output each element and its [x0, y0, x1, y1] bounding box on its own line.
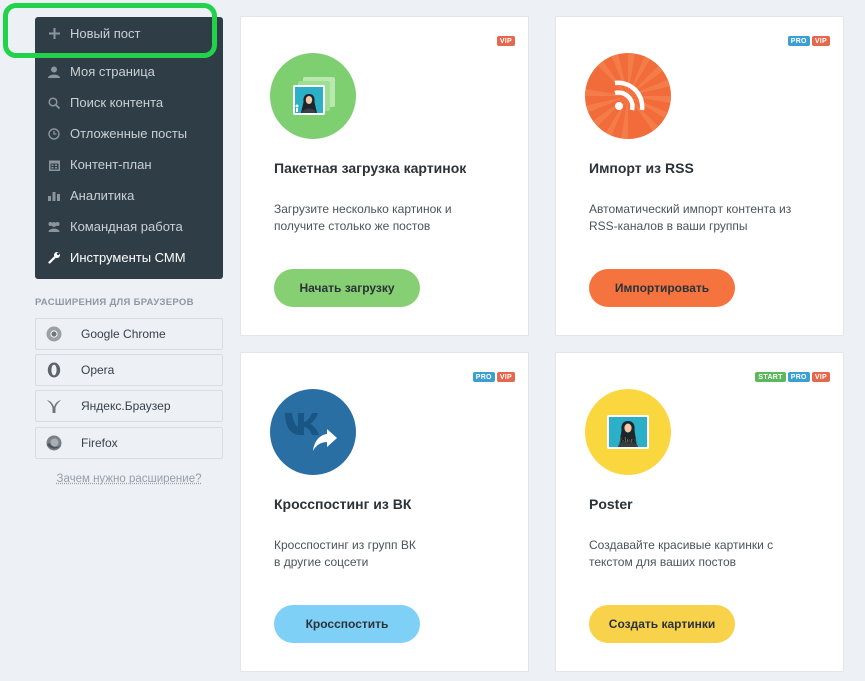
yandex-browser-icon	[46, 398, 62, 414]
chrome-icon	[46, 326, 62, 342]
card-description: Загрузите несколько картинок и получите …	[274, 201, 514, 235]
sidebar-item-smm-tools[interactable]: Инструменты СММ	[35, 242, 223, 273]
why-extension-link[interactable]: Зачем нужно расширение?	[35, 473, 223, 485]
crosspost-button[interactable]: Кросспостить	[274, 605, 420, 643]
card-description-line: RSS-каналов в ваши группы	[589, 219, 748, 233]
sidebar-item-new-post[interactable]: Новый пост	[35, 18, 223, 49]
opera-icon	[46, 362, 62, 378]
card-description-line: Загрузите несколько картинок и	[274, 202, 452, 216]
sidebar-item-analytics[interactable]: Аналитика	[35, 180, 223, 211]
sidebar-item-label: Моя страница	[70, 64, 155, 79]
plus-icon	[47, 27, 61, 41]
vip-badge: VIP	[811, 372, 830, 382]
create-images-button[interactable]: Создать картинки	[589, 605, 735, 643]
card-batch-upload: VIP Пакетная загрузка картинок Загрузите…	[240, 16, 529, 336]
bar-chart-icon	[47, 189, 61, 203]
pro-badge: PRO	[472, 372, 495, 382]
card-description-line: Автоматический импорт контента из	[589, 202, 792, 216]
vip-badge: VIP	[496, 36, 515, 46]
card-description: Автоматический импорт контента из RSS-ка…	[589, 201, 829, 235]
extension-yandex-browser[interactable]: Яндекс.Браузер	[35, 390, 223, 422]
start-badge: START	[755, 372, 786, 382]
firefox-icon	[46, 435, 62, 451]
vk-share-icon	[270, 389, 356, 475]
sidebar-item-label: Контент-план	[70, 157, 152, 172]
sidebar-item-label: Отложенные посты	[70, 126, 188, 141]
card-title: Пакетная загрузка картинок	[274, 160, 467, 176]
clock-icon	[47, 127, 61, 141]
plan-badges: PRO VIP	[787, 36, 830, 46]
sidebar-item-label: Поиск контента	[70, 95, 164, 110]
search-icon	[47, 96, 61, 110]
import-button[interactable]: Импортировать	[589, 269, 735, 307]
extension-label: Firefox	[81, 436, 118, 450]
card-vk-crossposting: PRO VIP Кросспостинг из ВК Кросспостинг …	[240, 352, 529, 672]
pro-badge: PRO	[787, 372, 810, 382]
wrench-icon	[47, 251, 61, 265]
sidebar-item-search-content[interactable]: Поиск контента	[35, 87, 223, 118]
vip-badge: VIP	[496, 372, 515, 382]
card-poster: START PRO VIP Мем Poster Создавайте крас…	[555, 352, 844, 672]
card-rss-import: PRO VIP Импорт из RSS Автоматический имп…	[555, 16, 844, 336]
sidebar-item-scheduled-posts[interactable]: Отложенные посты	[35, 118, 223, 149]
card-description: Создавайте красивые картинки с текстом д…	[589, 537, 829, 571]
card-description-line: Кросспостинг из групп ВК	[274, 538, 416, 552]
sidebar-item-content-plan[interactable]: Контент-план	[35, 149, 223, 180]
card-description-line: в другие соцсети	[274, 555, 369, 569]
card-title: Poster	[589, 496, 633, 512]
card-title: Кросспостинг из ВК	[274, 496, 412, 512]
card-description: Кросспостинг из групп ВК в другие соцсет…	[274, 537, 514, 571]
sidebar-item-my-page[interactable]: Моя страница	[35, 56, 223, 87]
sidebar-item-label: Аналитика	[70, 188, 135, 203]
extension-opera[interactable]: Opera	[35, 354, 223, 386]
extension-label: Яндекс.Браузер	[81, 399, 171, 413]
extension-label: Opera	[81, 363, 115, 377]
extension-chrome[interactable]: Google Chrome	[35, 318, 223, 350]
user-icon	[47, 65, 61, 79]
meme-caption: Мем	[620, 436, 637, 445]
sidebar-item-label: Инструменты СММ	[70, 250, 186, 265]
rss-icon	[585, 53, 671, 139]
vip-badge: VIP	[811, 36, 830, 46]
card-title: Импорт из RSS	[589, 160, 694, 176]
sidebar-item-label: Новый пост	[70, 26, 141, 41]
card-description-line: получите столько же постов	[274, 219, 431, 233]
extension-firefox[interactable]: Firefox	[35, 427, 223, 459]
sidebar-item-label: Командная работа	[70, 219, 183, 234]
users-icon	[47, 220, 61, 234]
image-stack-icon	[270, 53, 356, 139]
sidebar-menu: Новый пост Моя страница Поиск контента О…	[35, 17, 223, 279]
sidebar-item-teamwork[interactable]: Командная работа	[35, 211, 223, 242]
card-description-line: Создавайте красивые картинки с	[589, 538, 774, 552]
plan-badges: VIP	[496, 36, 515, 46]
plan-badges: PRO VIP	[472, 372, 515, 382]
pro-badge: PRO	[787, 36, 810, 46]
plan-badges: START PRO VIP	[755, 372, 830, 382]
card-description-line: текстом для ваших постов	[589, 555, 737, 569]
calendar-icon	[47, 158, 61, 172]
start-upload-button[interactable]: Начать загрузку	[274, 269, 420, 307]
meme-image-icon: Мем	[585, 389, 671, 475]
extension-label: Google Chrome	[81, 327, 166, 341]
extensions-title: РАСШИРЕНИЯ ДЛЯ БРАУЗЕРОВ	[35, 297, 194, 308]
